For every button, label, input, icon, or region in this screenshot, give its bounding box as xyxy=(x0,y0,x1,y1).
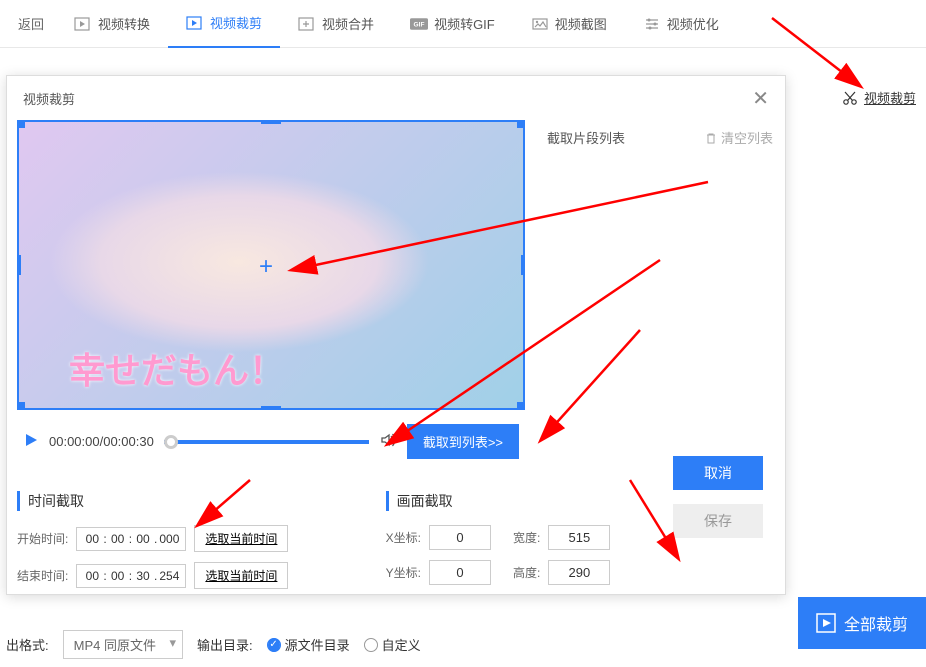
center-cross-icon: + xyxy=(259,253,283,277)
convert-icon xyxy=(74,15,92,33)
h-input[interactable]: 290 xyxy=(548,560,610,585)
capture-to-list-button[interactable]: 截取到列表>> xyxy=(407,424,519,459)
crop-handle-bl[interactable] xyxy=(17,402,25,410)
w-label: 宽度: xyxy=(513,529,540,546)
dialog-title: 视频裁剪 xyxy=(23,89,75,108)
start-time-input[interactable]: 00:00:00.000 xyxy=(76,527,186,551)
crop-handle-br[interactable] xyxy=(517,402,525,410)
crop-handle-tr[interactable] xyxy=(517,120,525,128)
pick-start-time-button[interactable]: 选取当前时间 xyxy=(194,525,288,552)
radio-dot-icon xyxy=(364,638,378,652)
close-icon[interactable]: ✕ xyxy=(752,86,769,111)
outdir-label: 输出目录: xyxy=(197,635,253,654)
format-select[interactable]: MP4 同原文件 xyxy=(63,630,183,659)
time-section: 时间截取 开始时间: 00:00:00.000 选取当前时间 结束时间: 00:… xyxy=(17,491,366,599)
radio-source-dir[interactable]: 源文件目录 xyxy=(267,635,350,654)
video-preview[interactable]: + 幸せだもん！ xyxy=(17,120,525,410)
side-crop-link[interactable]: 视频裁剪 xyxy=(842,88,916,107)
radio-custom-dir[interactable]: 自定义 xyxy=(364,635,421,654)
tab-screenshot[interactable]: 视频截图 xyxy=(513,0,625,48)
end-time-input[interactable]: 00:00:30.254 xyxy=(76,564,186,588)
tab-label: 视频裁剪 xyxy=(210,13,262,32)
tab-label: 视频转GIF xyxy=(434,14,495,33)
playback-row: 00:00:00/00:00:30 截取到列表>> xyxy=(17,410,525,473)
radio-dot-icon xyxy=(267,638,281,652)
dialog-header: 视频裁剪 ✕ xyxy=(7,76,785,120)
y-label: Y坐标: xyxy=(386,564,421,581)
crop-handle-l[interactable] xyxy=(17,255,21,275)
crop-handle-b[interactable] xyxy=(261,406,281,410)
svg-text:GIF: GIF xyxy=(414,21,425,28)
crop-icon xyxy=(186,14,204,32)
bottom-bar: 出格式: MP4 同原文件 输出目录: 源文件目录 自定义 xyxy=(0,630,926,659)
y-input[interactable]: 0 xyxy=(429,560,491,585)
end-time-label: 结束时间: xyxy=(17,567,68,584)
trash-icon xyxy=(705,132,717,144)
clip-list-header: 截取片段列表 清空列表 xyxy=(547,128,773,155)
top-tabs-bar: 返回 视频转换 视频裁剪 视频合并 GIF 视频转GIF 视频截图 视频优化 xyxy=(0,0,926,48)
crop-handle-t[interactable] xyxy=(261,120,281,124)
crop-handle-tl[interactable] xyxy=(17,120,25,128)
tab-convert[interactable]: 视频转换 xyxy=(56,0,168,48)
back-button[interactable]: 返回 xyxy=(6,14,56,33)
tab-label: 视频合并 xyxy=(322,14,374,33)
crop-dialog: 视频裁剪 ✕ + 幸せだもん！ 00:00:00/00:00:30 xyxy=(6,75,786,595)
tab-label: 视频截图 xyxy=(555,14,607,33)
seek-knob[interactable] xyxy=(164,435,178,449)
play-box-icon xyxy=(816,613,836,633)
start-time-label: 开始时间: xyxy=(17,530,68,547)
clear-list-button[interactable]: 清空列表 xyxy=(705,128,773,147)
time-display: 00:00:00/00:00:30 xyxy=(49,434,154,449)
cancel-button[interactable]: 取消 xyxy=(673,456,763,490)
video-caption: 幸せだもん！ xyxy=(69,342,285,394)
clip-list-title: 截取片段列表 xyxy=(547,128,625,147)
w-input[interactable]: 515 xyxy=(548,525,610,550)
volume-icon[interactable] xyxy=(379,431,397,452)
play-icon[interactable] xyxy=(23,432,39,451)
optimize-icon xyxy=(643,15,661,33)
scissors-icon xyxy=(842,90,858,106)
merge-icon xyxy=(298,15,316,33)
x-label: X坐标: xyxy=(386,529,421,546)
tab-label: 视频优化 xyxy=(667,14,719,33)
tab-optimize[interactable]: 视频优化 xyxy=(625,0,737,48)
format-label: 出格式: xyxy=(6,635,49,654)
tab-label: 视频转换 xyxy=(98,14,150,33)
side-crop-label: 视频裁剪 xyxy=(864,88,916,107)
x-input[interactable]: 0 xyxy=(429,525,491,550)
time-section-title: 时间截取 xyxy=(17,491,366,511)
h-label: 高度: xyxy=(513,564,540,581)
crop-all-button[interactable]: 全部裁剪 xyxy=(798,597,926,649)
gif-icon: GIF xyxy=(410,15,428,33)
crop-handle-r[interactable] xyxy=(521,255,525,275)
save-button[interactable]: 保存 xyxy=(673,504,763,538)
tab-merge[interactable]: 视频合并 xyxy=(280,0,392,48)
tab-crop[interactable]: 视频裁剪 xyxy=(168,0,280,48)
pick-end-time-button[interactable]: 选取当前时间 xyxy=(194,562,288,589)
seek-slider[interactable] xyxy=(164,440,369,444)
screenshot-icon xyxy=(531,15,549,33)
tab-gif[interactable]: GIF 视频转GIF xyxy=(392,0,513,48)
